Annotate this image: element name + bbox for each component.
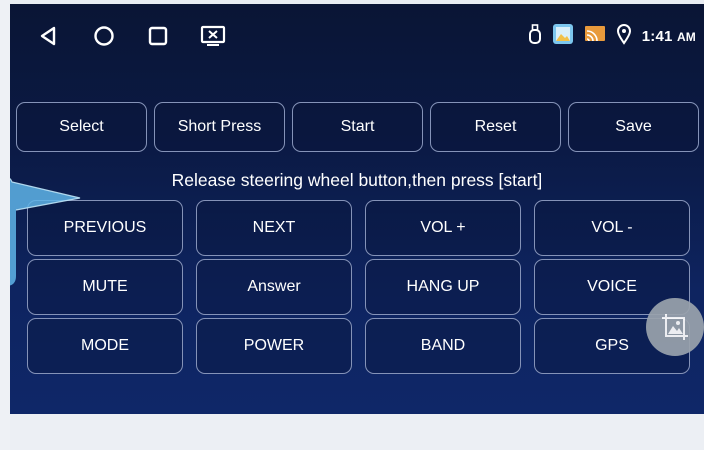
back-icon[interactable] [31,14,65,58]
key-mute[interactable]: MUTE [27,259,183,315]
key-answer[interactable]: Answer [196,259,352,315]
recents-icon[interactable] [141,14,175,58]
clock: 1:41 AM [642,28,696,45]
reset-button[interactable]: Reset [430,102,561,152]
instruction-text: Release steering wheel button,then press… [171,170,543,190]
select-button[interactable]: Select [16,102,147,152]
location-icon [616,23,632,50]
home-icon[interactable] [87,14,121,58]
key-previous[interactable]: PREVIOUS [27,200,183,256]
screen-icon[interactable] [196,14,230,58]
clock-time: 1:41 [641,27,673,45]
short-press-button[interactable]: Short Press [154,102,285,152]
key-power[interactable]: POWER [196,318,352,374]
start-button[interactable]: Start [292,102,423,152]
gallery-icon [552,23,574,50]
key-hang-up[interactable]: HANG UP [365,259,521,315]
key-vol-down[interactable]: VOL - [534,200,690,256]
key-band[interactable]: BAND [365,318,521,374]
key-mode[interactable]: MODE [27,318,183,374]
status-bar: 1:41 AM [528,14,696,58]
key-next[interactable]: NEXT [196,200,352,256]
clock-ampm: AM [676,29,696,44]
head-unit-screen: 1:41 AM Select Short Press Start Reset S… [10,4,704,414]
save-button[interactable]: Save [568,102,699,152]
left-edge [0,0,10,450]
cast-icon [584,24,606,49]
key-vol-up[interactable]: VOL + [365,200,521,256]
bottom-band [10,414,704,450]
usb-icon [528,23,542,50]
floating-image-button[interactable] [646,298,704,356]
image-icon [662,314,688,340]
